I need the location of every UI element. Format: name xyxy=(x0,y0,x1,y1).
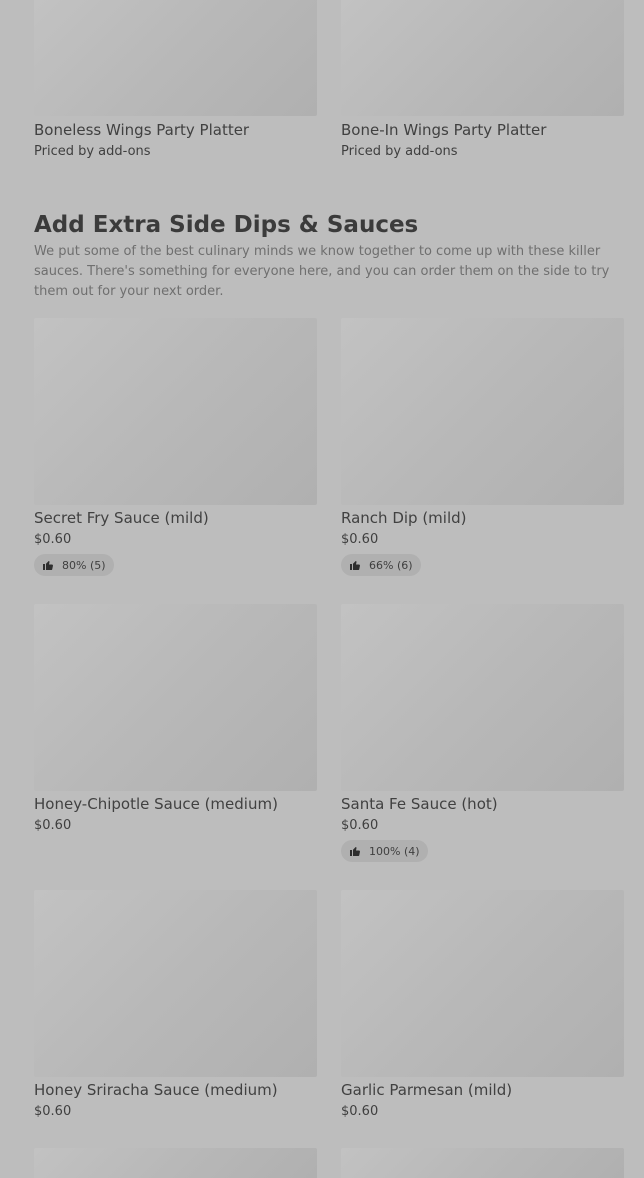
item-price: $0.60 xyxy=(341,532,379,547)
rating-badge: 100% (4) xyxy=(341,840,428,862)
item-name: Santa Fe Sauce (hot) xyxy=(341,795,498,813)
menu-item-card[interactable] xyxy=(34,1148,317,1178)
item-name: Bone-In Wings Party Platter xyxy=(341,121,547,139)
item-name: Boneless Wings Party Platter xyxy=(34,121,250,139)
item-image xyxy=(341,1148,624,1178)
item-name: Honey Sriracha Sauce (medium) xyxy=(34,1081,278,1099)
item-name: Garlic Parmesan (mild) xyxy=(341,1081,513,1099)
item-image xyxy=(341,318,624,505)
item-name: Secret Fry Sauce (mild) xyxy=(34,509,209,527)
item-image xyxy=(34,1148,317,1178)
menu-item-card[interactable]: Garlic Parmesan (mild) $0.60 xyxy=(341,890,624,1148)
item-image xyxy=(34,890,317,1077)
item-price: $0.60 xyxy=(341,1104,379,1119)
rating-text: 100% (4) xyxy=(369,844,420,858)
section-description: We put some of the best culinary minds w… xyxy=(34,244,610,299)
item-image xyxy=(341,0,624,116)
item-price: Priced by add-ons xyxy=(34,144,151,159)
menu-item-card[interactable]: Honey-Chipotle Sauce (medium) $0.60 xyxy=(34,604,317,890)
rating-text: 80% (5) xyxy=(62,558,106,572)
menu-item-card[interactable]: Honey Sriracha Sauce (medium) $0.60 xyxy=(34,890,317,1148)
item-name: Ranch Dip (mild) xyxy=(341,509,467,527)
menu-item-card[interactable] xyxy=(341,1148,624,1178)
item-price: $0.60 xyxy=(34,818,72,833)
menu-item-card[interactable]: Bone-In Wings Party Platter Priced by ad… xyxy=(341,0,624,161)
item-price: Priced by add-ons xyxy=(341,144,458,159)
menu-item-card[interactable]: Secret Fry Sauce (mild) $0.60 80% (5) xyxy=(34,318,317,604)
rating-badge: 66% (6) xyxy=(341,554,421,576)
item-image xyxy=(34,318,317,505)
item-image xyxy=(34,0,317,116)
thumbs-up-icon xyxy=(350,847,360,856)
thumbs-up-icon xyxy=(43,561,53,570)
item-price: $0.60 xyxy=(34,1104,72,1119)
menu-item-card[interactable]: Santa Fe Sauce (hot) $0.60 100% (4) xyxy=(341,604,624,890)
item-price: $0.60 xyxy=(34,532,72,547)
item-image xyxy=(341,890,624,1077)
sauce-items: Secret Fry Sauce (mild) $0.60 80% (5) Ra… xyxy=(34,318,624,1178)
item-image xyxy=(341,604,624,791)
item-image xyxy=(34,604,317,791)
section-title: Add Extra Side Dips & Sauces xyxy=(34,212,419,238)
menu-item-card[interactable]: Boneless Wings Party Platter Priced by a… xyxy=(34,0,317,161)
platter-items: Boneless Wings Party Platter Priced by a… xyxy=(34,0,624,161)
rating-text: 66% (6) xyxy=(369,558,413,572)
item-name: Honey-Chipotle Sauce (medium) xyxy=(34,795,278,813)
rating-badge: 80% (5) xyxy=(34,554,114,576)
item-price: $0.60 xyxy=(341,818,379,833)
menu-item-card[interactable]: Ranch Dip (mild) $0.60 66% (6) xyxy=(341,318,624,604)
thumbs-up-icon xyxy=(350,561,360,570)
